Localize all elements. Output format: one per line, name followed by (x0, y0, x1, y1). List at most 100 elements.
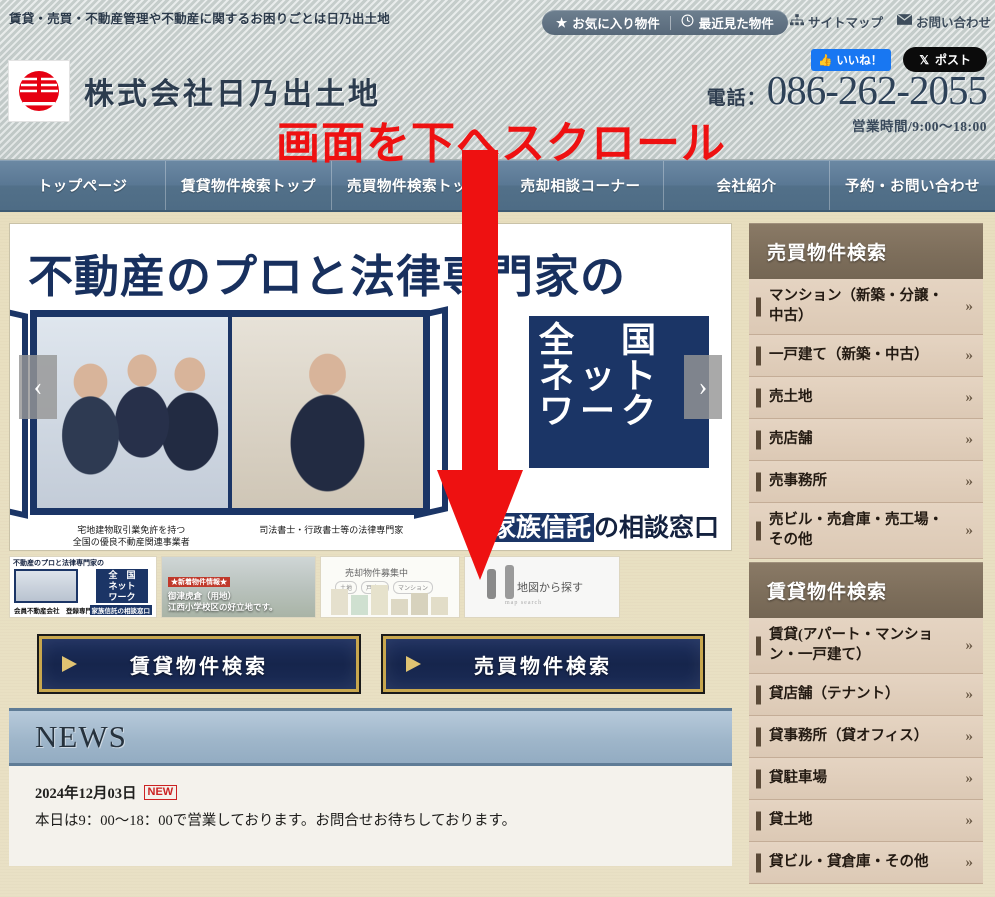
thumbs-up-icon: 👍 (817, 54, 833, 67)
hero-photo-window (30, 310, 430, 515)
arrow-right-icon (406, 656, 421, 672)
double-chevron-right-icon: » (965, 854, 974, 871)
contact-link[interactable]: お問い合わせ (896, 12, 992, 31)
double-chevron-right-icon: » (965, 522, 974, 539)
primary-search-buttons: 賃貸物件検索 売買物件検索 (9, 634, 741, 694)
thumb2-tag: ★新着物件情報★ (168, 577, 230, 587)
sidebar-item-rental-parking[interactable]: 貸駐車場 » (749, 758, 983, 801)
thumb1-title: 不動産のプロと法律専門家の (13, 559, 104, 567)
thumb1-foot-left: 会員不動産会社 登録専門家 (14, 608, 99, 615)
hero-captions: 宅地建物取引業免許を持つ 全国の優良不動産関連事業者 司法書士・行政書士等の法律… (38, 524, 438, 548)
thumb1-photo (14, 569, 78, 603)
sidebar-label: 売土地 (769, 388, 813, 405)
sidebar-item-office-sale[interactable]: 売事務所 » (749, 461, 983, 504)
hero-blue-block: 全 国 ネット ワーク (529, 316, 709, 468)
hero-slider[interactable]: 不動産のプロと法律専門家の 全 国 ネット ワーク 宅地建物取引業免許を持つ 全… (9, 223, 732, 551)
sidebar-item-rental-shop[interactable]: 貸店舗（テナント） » (749, 674, 983, 717)
news-text[interactable]: 本日は9：00〜18：00で営業しております。お問合せお待ちしております。 (35, 809, 732, 830)
favorites-link[interactable]: ★ お気に入り物件 (556, 13, 660, 32)
business-hours: 営業時間/9:00〜18:00 (852, 119, 987, 134)
down-arrow-annotation-head (437, 470, 523, 580)
thumb1-block: 全 国 ネット ワーク (96, 569, 148, 603)
tel-number: 086-262-2055 (766, 67, 988, 113)
sidebar-label: 貸駐車場 (769, 770, 827, 787)
rental-search-button[interactable]: 賃貸物件検索 (37, 634, 361, 694)
thumb4-subheading: map search (505, 600, 543, 606)
sidebar-block-rental: 賃貸物件検索 賃貸(アパート・マンション・一戸建て） » 貸店舗（テナント） »… (749, 562, 983, 885)
hero-slide: 不動産のプロと法律専門家の 全 国 ネット ワーク 宅地建物取引業免許を持つ 全… (10, 224, 731, 550)
double-chevron-right-icon: » (965, 728, 974, 745)
mail-icon (896, 13, 913, 29)
down-arrow-annotation-shaft (462, 150, 498, 480)
sitemap-link[interactable]: サイトマップ (790, 12, 883, 31)
thumbnail-network[interactable]: 不動産のプロと法律専門家の 全 国 ネット ワーク 会員不動産会社 登録専門家 … (9, 556, 157, 618)
double-chevron-right-icon: » (965, 347, 974, 364)
photo-agents (37, 317, 232, 508)
arrow-right-icon (62, 656, 77, 672)
double-chevron-right-icon: » (965, 389, 974, 406)
sidebar-item-rental-office[interactable]: 貸事務所（貸オフィス） » (749, 716, 983, 759)
double-chevron-right-icon: » (965, 812, 974, 829)
thumb2-text: 御津虎倉（用地） 江西小学校区の好立地です。 (168, 591, 278, 612)
sidebar-label: 売店舗 (769, 430, 813, 447)
sidebar-label: 貸ビル・貸倉庫・その他 (769, 854, 929, 871)
tel-label: 電話： (706, 88, 767, 109)
double-chevron-right-icon: » (965, 686, 974, 703)
header-utility-links: サイトマップ お問い合わせ (790, 12, 991, 31)
nav-item-contact[interactable]: 予約・お問い合わせ (830, 161, 995, 210)
double-chevron-right-icon: » (965, 637, 974, 654)
contact-label: お問い合わせ (916, 16, 992, 30)
sidebar-label: 一戸建て（新築・中古） (769, 346, 929, 363)
caption-right: 司法書士・行政書士等の法律専門家 (259, 525, 404, 535)
recently-viewed-link[interactable]: 最近見た物件 (681, 13, 774, 32)
sidebar-label: マンション（新築・分譲・中古） (769, 288, 943, 324)
trust-suffix: の相談窓口 (593, 513, 719, 542)
sidebar-item-house[interactable]: 一戸建て（新築・中古） » (749, 335, 983, 378)
double-chevron-right-icon: » (965, 298, 974, 315)
hinode-sun-logo-icon (19, 71, 59, 111)
sitemap-icon (790, 13, 804, 30)
sidebar-label: 売事務所 (769, 472, 827, 489)
news-new-badge: NEW (143, 785, 178, 800)
sidebar-label: 貸店舗（テナント） (769, 686, 900, 703)
pill-divider (669, 15, 671, 30)
sidebar-item-shop-sale[interactable]: 売店舗 » (749, 419, 983, 462)
main-column: 不動産のプロと法律専門家の 全 国 ネット ワーク 宅地建物取引業免許を持つ 全… (0, 212, 741, 897)
news-item-date-row: 2024年12月03日 NEW (35, 782, 732, 803)
thumb1-foot-right: 家族信託の相談窓口 (89, 605, 152, 615)
scroll-instruction-overlay: 画面を下へスクロール (276, 118, 726, 169)
sidebar-label: 貸事務所（貸オフィス） (769, 728, 929, 745)
company-logo (8, 60, 70, 122)
favorites-label: お気に入り物件 (572, 17, 660, 31)
sidebar-item-building-sale[interactable]: 売ビル・売倉庫・売工場・その他 » (749, 503, 983, 560)
chevron-left-icon: ‹ (33, 372, 43, 401)
news-section: NEWS 2024年12月03日 NEW 本日は9：00〜18：00で営業してお… (9, 708, 732, 866)
sidebar-block-sale: 売買物件検索 マンション（新築・分譲・中古） » 一戸建て（新築・中古） » 売… (749, 223, 983, 560)
thumb4-heading: 地図から探す (517, 582, 583, 594)
sidebar-item-rental-building[interactable]: 貸ビル・貸倉庫・その他 » (749, 842, 983, 885)
thumb3-heading: 売却物件募集中 (345, 568, 409, 578)
double-chevron-right-icon: » (965, 473, 974, 490)
sidebar-item-rental-apartment[interactable]: 賃貸(アパート・マンション・一戸建て） » (749, 618, 983, 675)
sidebar-item-rental-land[interactable]: 貸土地 » (749, 800, 983, 843)
favorites-history-nav: ★ お気に入り物件 最近見た物件 (542, 10, 788, 35)
like-label: いいね！ (836, 54, 883, 67)
thumb3-houses (331, 585, 448, 615)
hero-headline: 不動産のプロと法律専門家の (28, 250, 627, 303)
chevron-right-icon: › (698, 372, 708, 401)
sidebar-label: 売ビル・売倉庫・売工場・その他 (769, 512, 943, 548)
hero-next-button[interactable]: › (684, 355, 722, 419)
double-chevron-right-icon: » (965, 431, 974, 448)
sale-search-button[interactable]: 売買物件検索 (381, 634, 705, 694)
news-body: 2024年12月03日 NEW 本日は9：00〜18：00で営業しております。お… (9, 766, 732, 866)
sidebar-item-mansion[interactable]: マンション（新築・分譲・中古） » (749, 279, 983, 336)
sale-search-label: 売買物件検索 (474, 655, 612, 678)
caption-left: 宅地建物取引業免許を持つ 全国の優良不動産関連事業者 (72, 525, 190, 548)
hero-prev-button[interactable]: ‹ (19, 355, 57, 419)
thumbnail-land[interactable]: ★新着物件情報★ 御津虎倉（用地） 江西小学校区の好立地です。 (161, 556, 316, 618)
photo-lawyer (232, 317, 423, 508)
nav-item-top[interactable]: トップページ (0, 161, 166, 210)
sidebar-item-land-sale[interactable]: 売土地 » (749, 377, 983, 420)
sidebar-heading-rental: 賃貸物件検索 (749, 562, 983, 619)
news-heading: NEWS (35, 719, 127, 754)
